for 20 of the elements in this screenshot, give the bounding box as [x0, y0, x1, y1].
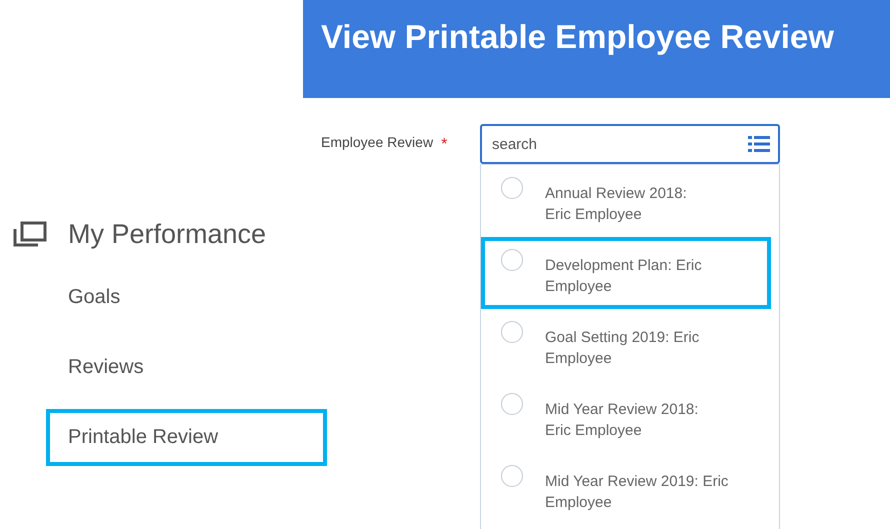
- dropdown-option[interactable]: Mid Year Review 2018: Eric Employee: [481, 381, 771, 453]
- dropdown-option[interactable]: Goal Setting 2019: Eric Employee: [481, 309, 771, 381]
- field-label: Employee Review: [321, 134, 434, 150]
- dropdown-option[interactable]: Development Plan: Eric Employee: [481, 237, 771, 309]
- page-title: View Printable Employee Review: [303, 0, 890, 98]
- dropdown-option[interactable]: Mid Year Review 2019: Eric Employee: [481, 453, 771, 525]
- required-mark: *: [441, 136, 448, 154]
- radio-button[interactable]: [501, 249, 523, 271]
- list-icon[interactable]: [748, 135, 770, 153]
- dropdown-option[interactable]: Annual Review 2018: Eric Employee: [481, 165, 771, 237]
- sidebar-item[interactable]: Reviews: [46, 339, 327, 396]
- search-field[interactable]: search: [480, 124, 780, 164]
- sidebar-item[interactable]: Printable Review: [46, 409, 327, 466]
- sidebar-item[interactable]: Goals: [46, 269, 327, 326]
- sidebar-title: My Performance: [68, 218, 266, 250]
- windows-icon: [12, 220, 48, 248]
- radio-button[interactable]: [501, 465, 523, 487]
- radio-button[interactable]: [501, 393, 523, 415]
- radio-button[interactable]: [501, 321, 523, 343]
- radio-button[interactable]: [501, 177, 523, 199]
